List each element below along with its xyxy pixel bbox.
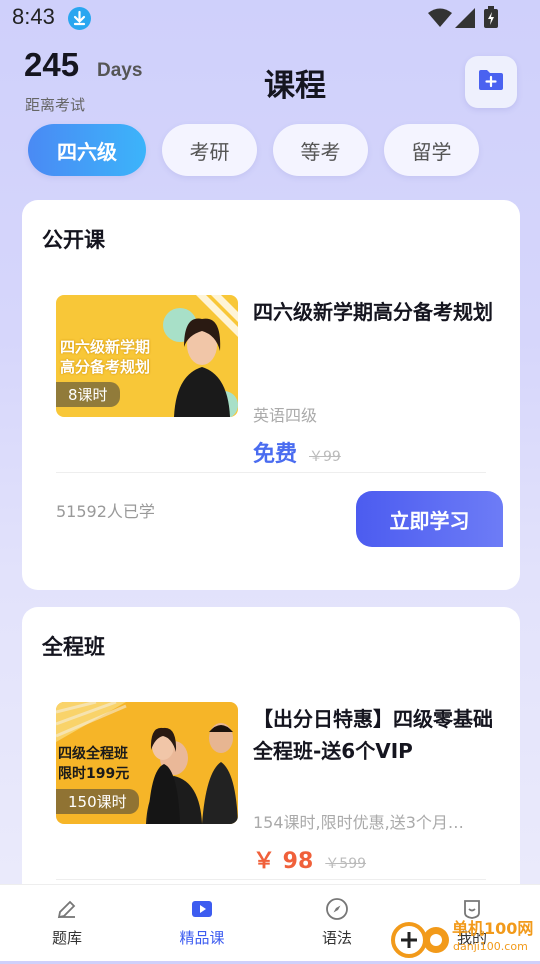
original-price: ￥599 [325, 856, 367, 872]
download-icon [68, 7, 91, 30]
nav-item-courses[interactable]: 精品课 [162, 897, 242, 948]
tab-label: 等考 [300, 139, 341, 164]
status-bar: 8:43 [0, 0, 540, 40]
thumbnail-line: 四六级新学期 [60, 338, 151, 356]
lesson-count-badge: 150课时 [56, 789, 139, 814]
course-thumbnail[interactable]: 四级全程班 限时199元 150课时 [56, 702, 238, 824]
nav-item-grammar[interactable]: 语法 [297, 897, 377, 948]
nav-item-tiku[interactable]: 题库 [27, 897, 107, 948]
course-thumbnail[interactable]: 四六级新学期 高分备考规划 8课时 [56, 295, 238, 417]
thumbnail-line: 限时199元 [58, 766, 130, 782]
lesson-count-badge: 8课时 [56, 382, 120, 407]
compass-icon [325, 897, 349, 921]
watermark-text: 单机100网 [452, 919, 533, 938]
battery-icon [484, 6, 498, 32]
open-course-card: 公开课 四六级新学期 高分备考规划 8课时 四六级新学期高分备考规划 英语四级 … [22, 200, 520, 590]
page-title: 课程 [264, 68, 326, 104]
tab-cet[interactable]: 四六级 [28, 124, 146, 176]
wifi-icon [428, 8, 452, 32]
site-watermark: 单机100网 danji100.com [390, 912, 540, 960]
tab-label: 留学 [411, 139, 452, 164]
section-title: 公开课 [42, 224, 112, 258]
course-title[interactable]: 【出分日特惠】四级零基础全程班-送6个VIP [253, 703, 493, 767]
course-subtitle: 英语四级 [253, 406, 318, 425]
price-row: ￥ 98 ￥599 [253, 843, 366, 875]
tab-dengkao[interactable]: 等考 [273, 124, 368, 176]
thumbnail-line: 高分备考规划 [60, 358, 151, 376]
nav-label: 语法 [321, 929, 352, 947]
nav-label: 题库 [51, 929, 82, 947]
thumbnail-line: 四级全程班 [58, 746, 128, 762]
course-title[interactable]: 四六级新学期高分备考规划 [253, 296, 493, 328]
folder-add-icon [478, 69, 504, 95]
section-title-text: 公开课 [42, 228, 105, 252]
watermark-logo: 单机100网 danji100.com [391, 919, 533, 958]
status-time: 8:43 [12, 4, 55, 29]
tab-liuxue[interactable]: 留学 [384, 124, 479, 176]
price-row: 免费 ￥99 [253, 436, 341, 468]
section-title-text: 全程班 [42, 635, 105, 659]
nav-label: 精品课 [179, 929, 225, 947]
divider [56, 879, 486, 880]
section-title: 全程班 [42, 631, 112, 665]
course-subtitle: 154课时,限时优惠,送3个月… [253, 813, 464, 832]
price-free: 免费 [253, 442, 298, 467]
original-price: ￥99 [309, 449, 341, 465]
price-current: ￥ 98 [253, 849, 314, 874]
header: 245 Days 距离考试 课程 [0, 40, 540, 120]
category-tabs: 四六级 考研 等考 留学 [28, 124, 479, 180]
add-course-button[interactable] [465, 56, 517, 108]
pencil-icon [55, 897, 79, 921]
video-icon [190, 897, 214, 921]
thumbnail-text: 四级全程班 限时199元 [58, 744, 129, 784]
tab-kaoyan[interactable]: 考研 [162, 124, 257, 176]
signal-icon [455, 8, 475, 32]
start-learning-button[interactable]: 立即学习 [356, 491, 503, 547]
learner-count: 51592人已学 [56, 502, 155, 521]
watermark-url: danji100.com [453, 940, 528, 953]
tab-label: 四六级 [57, 139, 117, 164]
thumbnail-text: 四六级新学期 高分备考规划 [60, 337, 150, 377]
tab-label: 考研 [189, 139, 230, 164]
divider [56, 472, 486, 473]
